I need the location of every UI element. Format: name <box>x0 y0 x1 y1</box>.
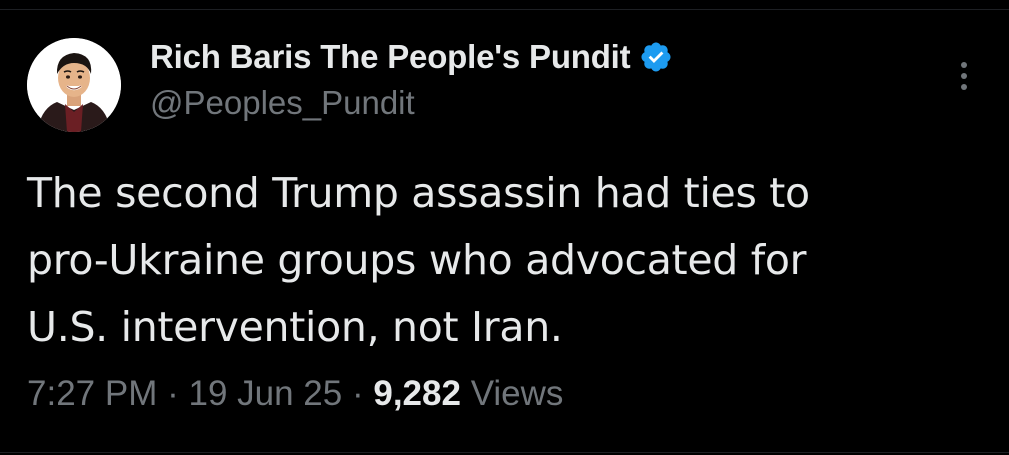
name-row: Rich Baris The People's Pundit <box>150 36 930 78</box>
more-dot <box>961 73 967 79</box>
tweet-text: The second Trump assassin had ties to pr… <box>27 169 810 351</box>
avatar[interactable] <box>27 38 121 132</box>
meta-separator: · <box>351 374 364 413</box>
display-name[interactable]: Rich Baris The People's Pundit <box>150 38 631 76</box>
tweet-card: Rich Baris The People's Pundit @Peoples_… <box>0 0 1009 455</box>
tweet-metadata: 7:27 PM · 19 Jun 25 · 9,282 Views <box>27 374 563 414</box>
tweet-date[interactable]: 19 Jun 25 <box>188 374 342 413</box>
views-count[interactable]: 9,282 <box>373 374 461 413</box>
more-dot <box>961 84 967 90</box>
tweet-time[interactable]: 7:27 PM <box>27 374 157 413</box>
author-block: Rich Baris The People's Pundit @Peoples_… <box>150 36 930 122</box>
meta-separator: · <box>167 374 179 413</box>
verified-badge-icon <box>639 40 673 74</box>
more-options-icon[interactable] <box>950 56 978 96</box>
cartoon-portrait-avatar-icon <box>27 38 121 132</box>
more-dot <box>961 62 967 68</box>
user-handle[interactable]: @Peoples_Pundit <box>150 84 930 122</box>
bottom-divider <box>0 452 1009 453</box>
views-label[interactable]: Views <box>471 374 564 413</box>
